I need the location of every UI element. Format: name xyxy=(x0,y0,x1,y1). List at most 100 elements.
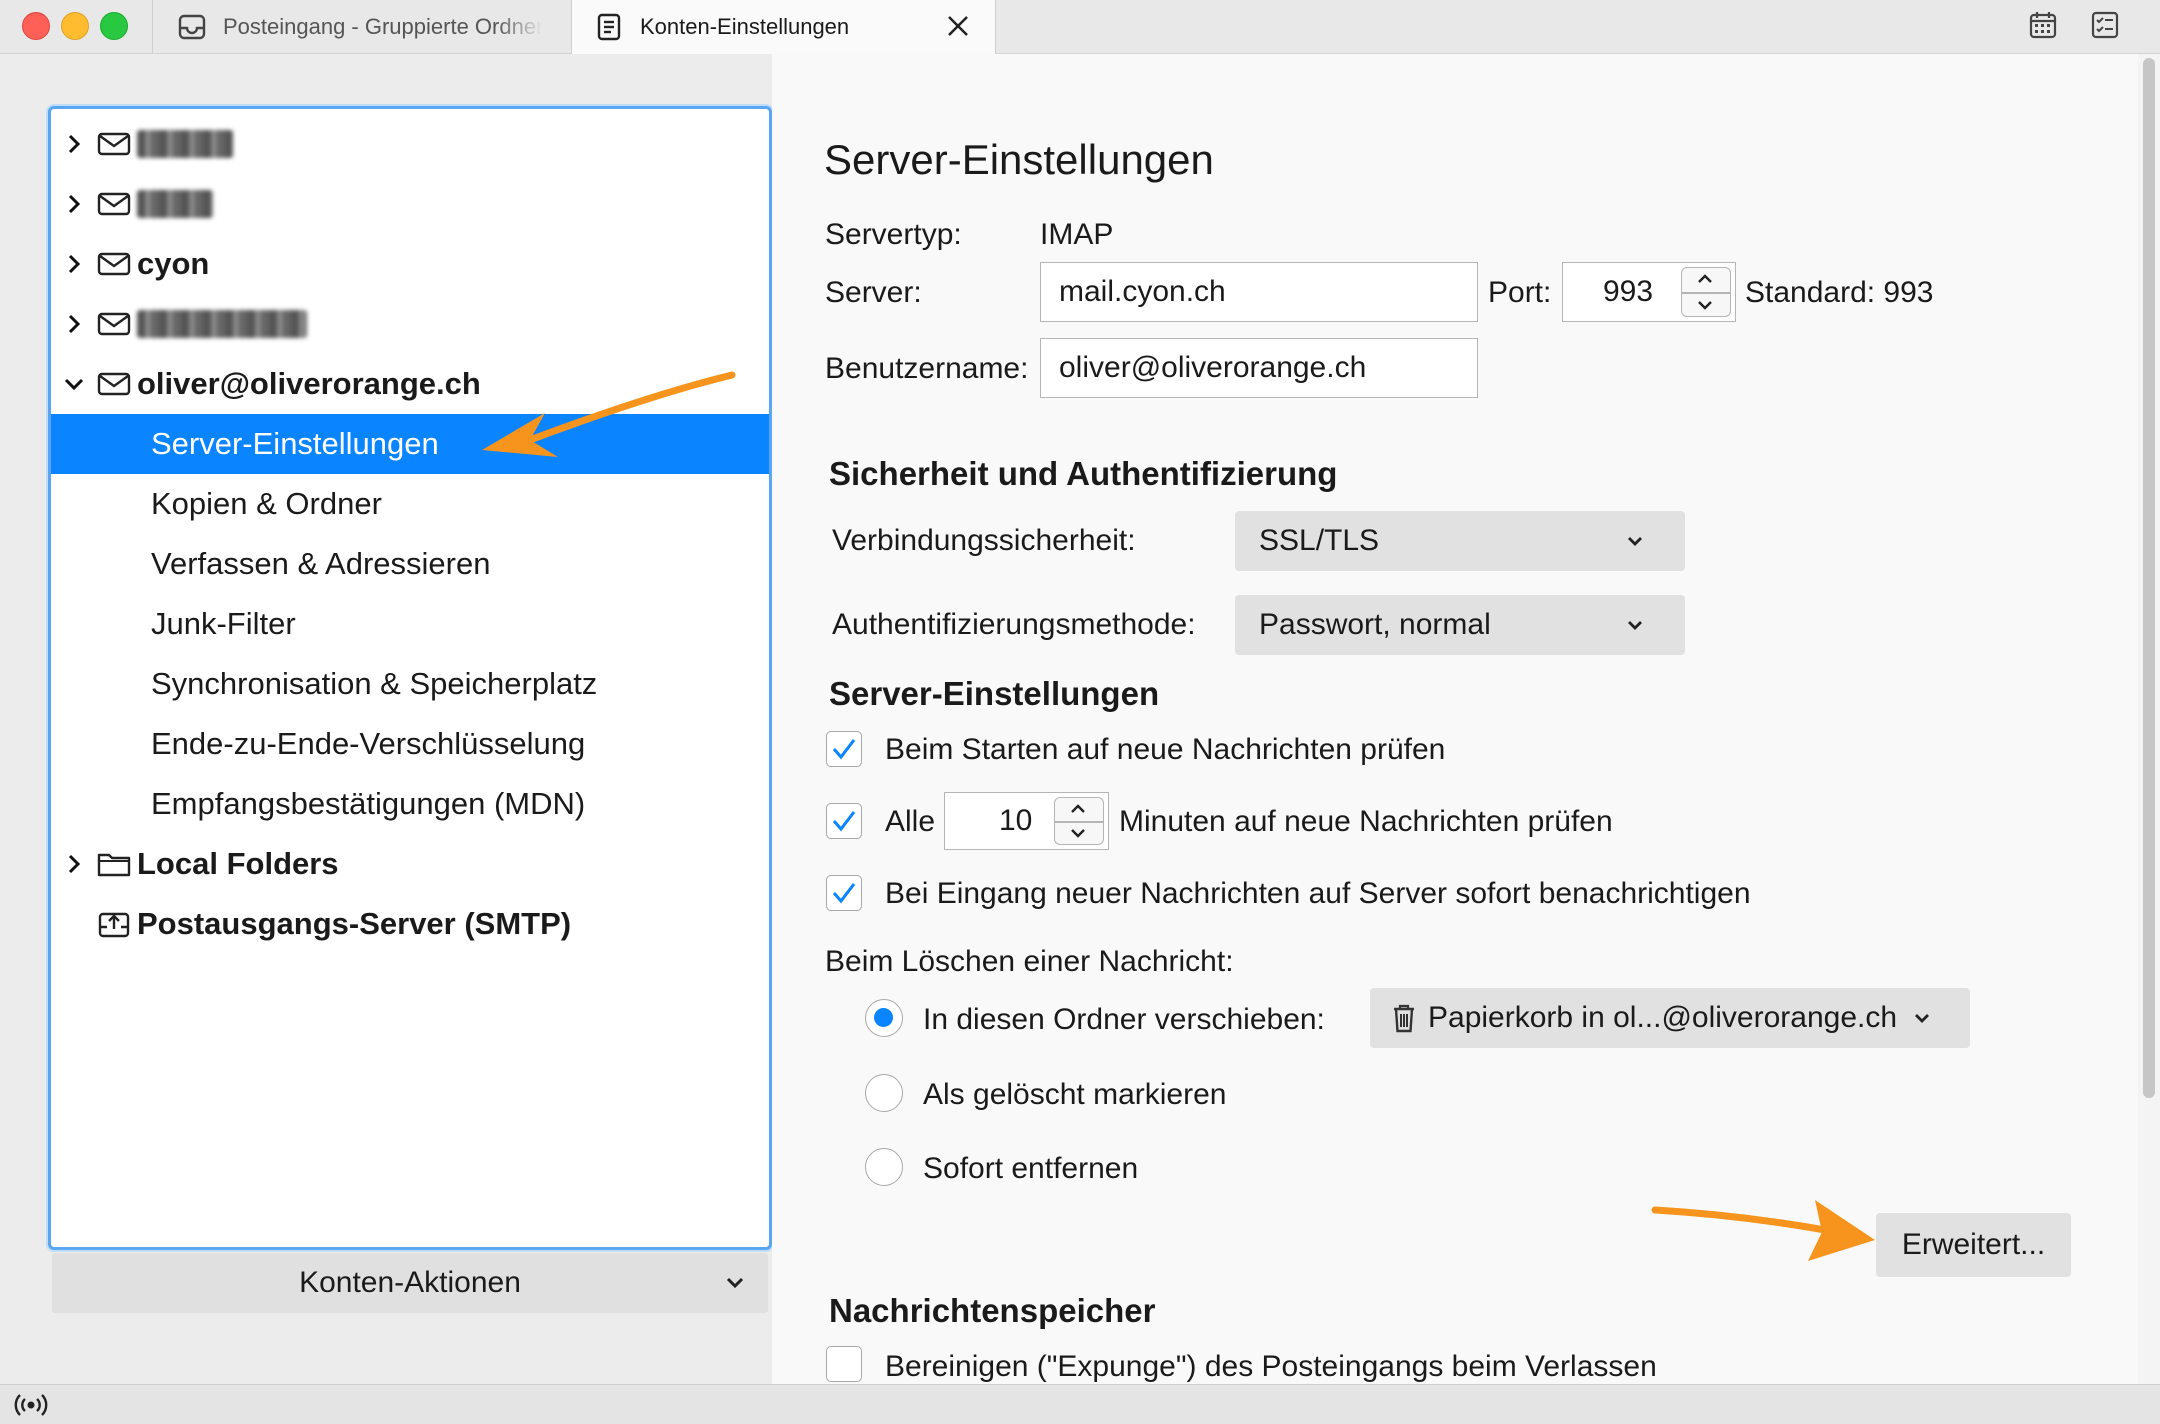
window-zoom-button[interactable] xyxy=(100,12,128,40)
status-bar xyxy=(0,1384,2160,1424)
sidebar-item-label: Ende-zu-Ende-Verschlüsselung xyxy=(151,726,586,761)
local-folders-label: Local Folders xyxy=(137,846,339,881)
minutes-stepper-arrows[interactable] xyxy=(1054,797,1104,845)
sidebar-item-composition[interactable]: Verfassen & Adressieren xyxy=(51,534,769,594)
chevron-down-icon[interactable] xyxy=(1069,826,1087,840)
check-on-start-label[interactable]: Beim Starten auf neue Nachrichten prüfen xyxy=(885,733,1445,767)
mail-account-icon xyxy=(97,132,131,156)
move-to-folder-radio[interactable] xyxy=(865,999,903,1037)
chevron-up-icon[interactable] xyxy=(1069,802,1087,816)
local-folders-row[interactable]: Local Folders xyxy=(51,834,769,894)
port-stepper-arrows[interactable] xyxy=(1681,267,1731,317)
sidebar-item-server-settings[interactable]: Server-Einstellungen xyxy=(51,414,769,474)
account-row-cyon[interactable]: cyon xyxy=(51,234,769,294)
mail-account-icon xyxy=(97,312,131,336)
account-sidebar: cyon oliver@oliverorange.ch Server-Einst… xyxy=(0,54,772,1384)
check-on-start-checkbox[interactable] xyxy=(826,731,862,767)
document-icon xyxy=(597,13,621,41)
chevron-down-icon xyxy=(726,1277,744,1289)
tasks-icon[interactable] xyxy=(2090,10,2120,40)
username-input-value: oliver@oliverorange.ch xyxy=(1059,351,1367,384)
calendar-icon[interactable] xyxy=(2028,10,2058,40)
chevron-down-icon xyxy=(1628,537,1642,546)
account-tree[interactable]: cyon oliver@oliverorange.ch Server-Einst… xyxy=(48,106,772,1250)
chevron-down-icon[interactable] xyxy=(63,373,85,395)
scrollbar-thumb[interactable] xyxy=(2143,58,2155,1098)
minutes-value: 10 xyxy=(999,804,1033,837)
chevron-up-icon[interactable] xyxy=(1696,272,1714,286)
username-input[interactable]: oliver@oliverorange.ch xyxy=(1040,338,1478,398)
notify-label[interactable]: Bei Eingang neuer Nachrichten auf Server… xyxy=(885,877,1751,911)
sidebar-item-label: Junk-Filter xyxy=(151,606,296,641)
storage-heading: Nachrichtenspeicher xyxy=(829,1292,1156,1329)
chevron-down-icon xyxy=(1628,621,1642,630)
chevron-right-icon[interactable] xyxy=(63,193,85,215)
tab-label: Konten-Einstellungen xyxy=(640,14,850,39)
folder-icon xyxy=(97,853,131,877)
account-row[interactable] xyxy=(51,294,769,354)
sidebar-item-label: Server-Einstellungen xyxy=(151,426,439,461)
account-name: oliver@oliverorange.ch xyxy=(137,366,481,401)
smtp-row[interactable]: Postausgangs-Server (SMTP) xyxy=(51,894,769,954)
chevron-down-icon[interactable] xyxy=(1696,298,1714,312)
expunge-label[interactable]: Bereinigen ("Expunge") des Posteingangs … xyxy=(885,1350,1657,1384)
check-every-prefix[interactable]: Alle xyxy=(885,805,935,839)
trash-folder-value: Papierkorb in ol...@oliverorange.ch xyxy=(1428,1001,1898,1034)
port-spinner[interactable]: 993 xyxy=(1562,262,1736,322)
remove-immediately-label[interactable]: Sofort entfernen xyxy=(923,1152,1138,1186)
close-tab-icon[interactable] xyxy=(943,11,973,41)
tab-label: Posteingang - Gruppierte Ordner xyxy=(223,13,544,39)
server-label: Server: xyxy=(825,276,922,309)
page-title: Server-Einstellungen xyxy=(824,136,1214,183)
chevron-right-icon[interactable] xyxy=(63,313,85,335)
mail-account-icon xyxy=(97,192,131,216)
sidebar-item-e2e-encryption[interactable]: Ende-zu-Ende-Verschlüsselung xyxy=(51,714,769,774)
window-minimize-button[interactable] xyxy=(61,12,89,40)
sidebar-item-copies-folders[interactable]: Kopien & Ordner xyxy=(51,474,769,534)
connection-security-select[interactable]: SSL/TLS xyxy=(1235,511,1685,571)
sidebar-item-label: Empfangsbestätigungen (MDN) xyxy=(151,786,586,821)
account-actions-button[interactable]: Konten-Aktionen xyxy=(52,1253,768,1313)
tab-inbox[interactable]: Posteingang - Gruppierte Ordner xyxy=(152,0,572,53)
account-row[interactable] xyxy=(51,174,769,234)
account-name: cyon xyxy=(137,246,210,281)
account-row-oliver[interactable]: oliver@oliverorange.ch xyxy=(51,354,769,414)
notify-checkbox[interactable] xyxy=(826,875,862,911)
sidebar-item-return-receipts[interactable]: Empfangsbestätigungen (MDN) xyxy=(51,774,769,834)
auth-method-select[interactable]: Passwort, normal xyxy=(1235,595,1685,655)
checkmark-icon xyxy=(832,883,856,904)
window-close-button[interactable] xyxy=(22,12,50,40)
security-heading: Sicherheit und Authentifizierung xyxy=(829,455,1338,492)
servertype-label: Servertyp: xyxy=(825,218,962,251)
advanced-button[interactable]: Erweitert... xyxy=(1876,1213,2071,1277)
connection-security-value: SSL/TLS xyxy=(1259,524,1380,557)
server-input[interactable]: mail.cyon.ch xyxy=(1040,262,1478,322)
mark-deleted-label[interactable]: Als gelöscht markieren xyxy=(923,1078,1226,1112)
mail-account-icon xyxy=(97,252,131,276)
connection-security-label: Verbindungssicherheit: xyxy=(832,524,1136,557)
auth-method-label: Authentifizierungsmethode: xyxy=(832,608,1196,641)
redacted-account-name xyxy=(137,130,233,158)
mail-account-icon xyxy=(97,372,131,396)
remove-immediately-radio[interactable] xyxy=(865,1148,903,1186)
outbox-icon xyxy=(98,912,130,938)
move-to-folder-label[interactable]: In diesen Ordner verschieben: xyxy=(923,1003,1325,1037)
trash-folder-select[interactable]: Papierkorb in ol...@oliverorange.ch xyxy=(1370,988,1970,1048)
sidebar-item-label: Kopien & Ordner xyxy=(151,486,382,521)
tab-account-settings[interactable]: Konten-Einstellungen xyxy=(572,0,996,54)
chevron-right-icon[interactable] xyxy=(63,133,85,155)
redacted-account-name xyxy=(137,310,307,338)
check-every-checkbox[interactable] xyxy=(826,803,862,839)
sidebar-item-sync-storage[interactable]: Synchronisation & Speicherplatz xyxy=(51,654,769,714)
online-status-icon[interactable] xyxy=(14,1391,48,1419)
account-row[interactable] xyxy=(51,114,769,174)
check-every-suffix: Minuten auf neue Nachrichten prüfen xyxy=(1119,805,1613,838)
minutes-spinner[interactable]: 10 xyxy=(944,792,1109,850)
chevron-right-icon[interactable] xyxy=(63,253,85,275)
mark-deleted-radio[interactable] xyxy=(865,1074,903,1112)
chevron-right-icon[interactable] xyxy=(63,853,85,875)
sidebar-item-junk-filter[interactable]: Junk-Filter xyxy=(51,594,769,654)
expunge-checkbox[interactable] xyxy=(826,1346,862,1382)
advanced-button-label: Erweitert... xyxy=(1901,1228,2046,1261)
sidebar-item-label: Verfassen & Adressieren xyxy=(151,546,491,581)
